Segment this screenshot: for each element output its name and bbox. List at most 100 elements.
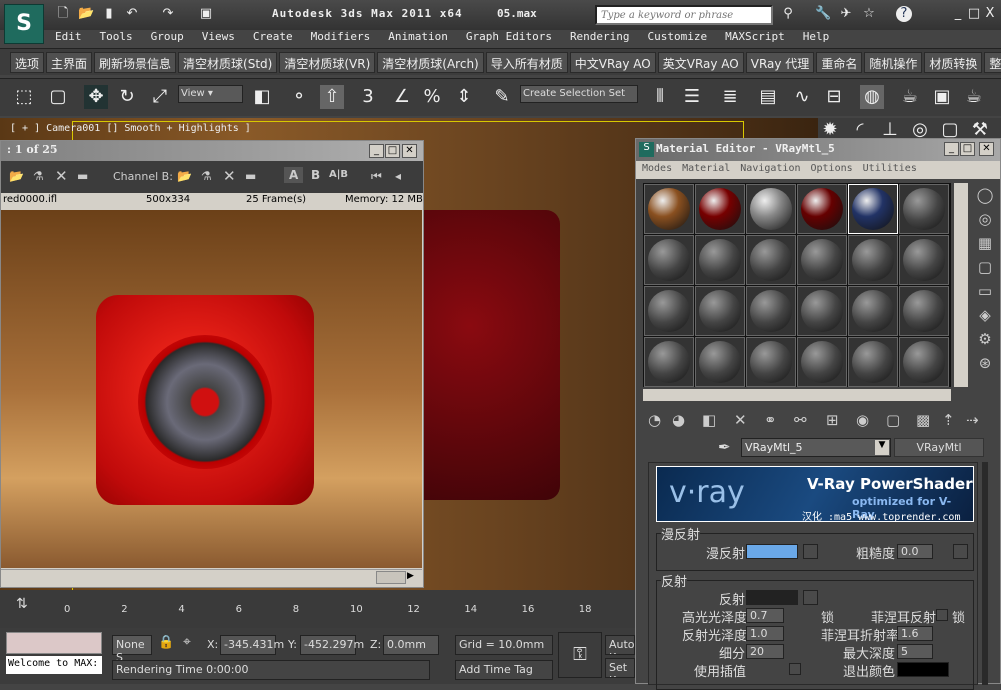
new-file-icon[interactable]: 🗋 <box>55 6 71 22</box>
max-depth-field[interactable]: 5 <box>897 644 933 659</box>
menu-group[interactable]: Group <box>142 30 193 46</box>
open-b-icon[interactable]: 📂 <box>177 169 192 183</box>
menu-utilities[interactable]: Utilities <box>863 163 917 177</box>
spinner-snap-icon[interactable]: ⇕ <box>452 85 476 109</box>
exit-color-swatch[interactable] <box>897 662 949 677</box>
schematic-view-icon[interactable]: ⊟ <box>822 85 846 109</box>
diffuse-map-button[interactable] <box>803 544 818 559</box>
menu-material[interactable]: Material <box>682 163 730 177</box>
menu-modes[interactable]: Modes <box>642 163 672 177</box>
video-check-icon[interactable]: ▭ <box>972 279 998 303</box>
move-icon[interactable]: ✥ <box>84 85 108 109</box>
minimize-icon[interactable]: _ <box>369 144 384 158</box>
toolbar-button[interactable]: 重命名 <box>816 52 863 73</box>
material-slot[interactable] <box>848 337 898 387</box>
scene-explorer-icon[interactable]: ▤ <box>756 85 780 109</box>
floppy-icon[interactable]: ▬ <box>77 169 88 183</box>
pivot-icon[interactable]: ◧ <box>250 85 274 109</box>
sample-type-icon[interactable]: ◯ <box>972 183 998 207</box>
align-icon[interactable]: ☰ <box>680 85 704 109</box>
material-slot[interactable] <box>797 286 847 336</box>
material-slot[interactable] <box>695 184 745 234</box>
background-icon[interactable]: ▦ <box>972 231 998 255</box>
menu-tools[interactable]: Tools <box>91 30 142 46</box>
curve-editor-icon[interactable]: ∿ <box>790 85 814 109</box>
show-end-result-icon[interactable]: ▩ <box>916 411 930 429</box>
edit-named-selection-icon[interactable]: ✎ <box>490 85 514 109</box>
percent-snap-icon[interactable]: % <box>420 85 444 109</box>
minimize-icon[interactable]: _ <box>950 6 966 22</box>
window-crossing-icon[interactable]: ▢ <box>46 85 70 109</box>
minimize-icon[interactable]: _ <box>944 142 959 156</box>
put-to-scene-icon[interactable]: ◕ <box>672 411 685 429</box>
open-file-icon[interactable]: 📂 <box>78 6 94 22</box>
material-slot[interactable] <box>899 184 949 234</box>
eyedropper-icon[interactable]: ✒ <box>718 438 731 456</box>
viewport-label[interactable]: [ + ] Camera001 [] Smooth + Highlights ] <box>10 123 251 134</box>
save-b-icon[interactable]: ⚗ <box>201 169 212 183</box>
close-icon[interactable]: X <box>982 6 998 22</box>
reflect-map-button[interactable] <box>803 590 818 605</box>
manipulate-icon[interactable]: ⚬ <box>287 85 311 109</box>
key-icon[interactable]: 🔧 <box>815 6 831 22</box>
ab-compare-button[interactable]: A|B <box>329 169 348 180</box>
uv-tiling-icon[interactable]: ▢ <box>972 255 998 279</box>
material-slot[interactable] <box>746 235 796 285</box>
auto-key-button[interactable]: Auto K <box>605 635 635 655</box>
chevron-down-icon[interactable]: ▼ <box>875 440 889 455</box>
get-material-icon[interactable]: ◔ <box>648 411 661 429</box>
toolbar-button[interactable]: 材质转换 <box>924 52 983 73</box>
material-slot[interactable] <box>644 235 694 285</box>
menu-help[interactable]: Help <box>794 30 839 46</box>
z-coordinate-field[interactable]: 0.0mm <box>383 635 439 655</box>
fresnel-ior-field[interactable]: 1.6 <box>897 626 933 641</box>
toolbar-button[interactable]: 中文VRay AO <box>569 52 656 73</box>
fresnel-lock-button[interactable]: 锁 <box>952 607 965 626</box>
undo-icon[interactable]: ↶ <box>124 6 140 22</box>
material-slot[interactable] <box>848 286 898 336</box>
toolbar-button[interactable]: 选项 <box>10 52 45 73</box>
close-icon[interactable]: ✕ <box>402 144 417 158</box>
go-to-parent-icon[interactable]: ⇡ <box>942 411 955 429</box>
material-slot[interactable] <box>644 286 694 336</box>
fresnel-checkbox[interactable] <box>936 609 948 621</box>
material-slot[interactable] <box>695 286 745 336</box>
toolbar-button[interactable]: 刷新场景信息 <box>94 52 177 73</box>
layer-manager-icon[interactable]: ≣ <box>718 85 742 109</box>
toolbar-button[interactable]: 清空材质球(Std) <box>178 52 278 73</box>
toolbar-button[interactable]: VRay 代理 <box>745 52 815 73</box>
scroll-thumb[interactable] <box>376 571 406 584</box>
menu-modifiers[interactable]: Modifiers <box>302 30 380 46</box>
scale-icon[interactable]: ⤢ <box>148 85 172 109</box>
toolbar-button[interactable]: 主界面 <box>46 52 93 73</box>
mirror-icon[interactable]: ⫴ <box>648 85 672 109</box>
slots-horizontal-scrollbar[interactable] <box>643 389 951 401</box>
material-slot[interactable] <box>848 184 898 234</box>
add-time-tag-button[interactable]: Add Time Tag <box>455 660 553 680</box>
roughness-map-button[interactable] <box>953 544 968 559</box>
menu-animation[interactable]: Animation <box>379 30 457 46</box>
material-slot[interactable] <box>899 337 949 387</box>
maximize-icon[interactable]: □ <box>385 144 400 158</box>
menu-maxscript[interactable]: MAXScript <box>716 30 794 46</box>
horizontal-scrollbar[interactable]: ▶ <box>1 569 422 586</box>
channel-a-button[interactable]: A <box>284 167 304 183</box>
material-slot[interactable] <box>695 337 745 387</box>
material-type-button[interactable]: VRayMtl <box>894 438 984 457</box>
menu-graph-editors[interactable]: Graph Editors <box>457 30 561 46</box>
material-name-field[interactable]: VRayMtl_5 ▼ <box>741 438 891 457</box>
show-in-viewport-icon[interactable]: ▢ <box>886 411 900 429</box>
menu-views[interactable]: Views <box>193 30 244 46</box>
toolbar-button[interactable]: 清空材质球(VR) <box>279 52 376 73</box>
go-forward-sibling-icon[interactable]: ⇢ <box>966 411 979 429</box>
material-editor-icon[interactable]: ◍ <box>860 85 884 109</box>
menu-navigation[interactable]: Navigation <box>740 163 800 177</box>
save-file-icon[interactable]: ▮ <box>101 6 117 22</box>
menu-create[interactable]: Create <box>244 30 302 46</box>
scroll-right-icon[interactable]: ▶ <box>407 571 414 581</box>
first-frame-icon[interactable]: ⏮ <box>371 169 382 184</box>
material-slot[interactable] <box>797 184 847 234</box>
material-slot[interactable] <box>746 286 796 336</box>
options-icon[interactable]: ⚙ <box>972 327 998 351</box>
roughness-field[interactable]: 0.0 <box>897 544 933 559</box>
